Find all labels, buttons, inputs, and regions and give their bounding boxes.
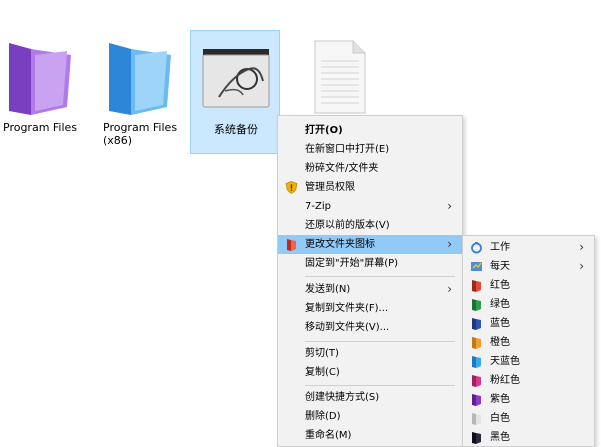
submenu-item-purple[interactable]: 紫色	[463, 390, 594, 409]
menu-item-pin-to-start[interactable]: 固定到"开始"屏幕(P)	[278, 254, 462, 273]
folder-icon-submenu: 工作 › 每天 › 红色 绿色 蓝色 橙色 天蓝色 粉红色 紫色 白色 黑色	[462, 235, 595, 447]
blue-folder-icon	[472, 318, 481, 330]
menu-item-cut[interactable]: 剪切(T)	[278, 344, 462, 363]
desktop-icon-program-files-x86[interactable]: Program Files (x86)	[94, 30, 180, 154]
menu-item-admin-rights[interactable]: 管理员权限	[278, 178, 462, 197]
menu-item-open[interactable]: 打开(O)	[278, 121, 462, 140]
orange-folder-icon	[472, 337, 481, 349]
purple-folder-icon	[9, 43, 71, 115]
desktop-icon-system-backup[interactable]: 系统备份	[190, 30, 280, 154]
desktop-icon-program-files[interactable]: Program Files	[0, 30, 80, 154]
icon-label: 系统备份	[214, 123, 258, 136]
blue-folder-icon	[109, 43, 171, 115]
menu-item-open-new-window[interactable]: 在新窗口中打开(E)	[278, 140, 462, 159]
purple-folder-icon	[472, 394, 481, 406]
green-folder-icon	[472, 299, 481, 311]
submenu-item-blue[interactable]: 蓝色	[463, 314, 594, 333]
menu-item-create-shortcut[interactable]: 创建快捷方式(S)	[278, 388, 462, 407]
menu-item-send-to[interactable]: 发送到(N) ›	[278, 280, 462, 299]
menu-item-restore-versions[interactable]: 还原以前的版本(V)	[278, 216, 462, 235]
menu-item-shred[interactable]: 粉碎文件/文件夹	[278, 159, 462, 178]
daily-folder-icon	[471, 262, 482, 271]
chevron-right-icon: ›	[447, 282, 452, 296]
black-folder-icon	[472, 432, 481, 444]
context-menu: 打开(O) 在新窗口中打开(E) 粉碎文件/文件夹 管理员权限 7-Zip › …	[277, 115, 463, 447]
submenu-item-work[interactable]: 工作 ›	[463, 238, 594, 257]
menu-separator	[305, 341, 455, 342]
work-folder-icon	[471, 242, 482, 254]
shield-icon	[285, 181, 298, 194]
sky-blue-folder-icon	[472, 356, 481, 368]
submenu-item-sky-blue[interactable]: 天蓝色	[463, 352, 594, 371]
decorated-folder-icon	[202, 49, 270, 108]
chevron-right-icon: ›	[447, 199, 452, 213]
submenu-item-black[interactable]: 黑色	[463, 428, 594, 447]
submenu-item-green[interactable]: 绿色	[463, 295, 594, 314]
menu-item-7zip[interactable]: 7-Zip ›	[278, 197, 462, 216]
submenu-item-red[interactable]: 红色	[463, 276, 594, 295]
menu-separator	[305, 385, 455, 386]
submenu-item-orange[interactable]: 橙色	[463, 333, 594, 352]
red-folder-icon	[472, 280, 481, 292]
red-folder-icon	[287, 239, 296, 251]
menu-item-delete[interactable]: 删除(D)	[278, 407, 462, 426]
menu-item-move-to-folder[interactable]: 移动到文件夹(V)...	[278, 318, 462, 337]
pink-folder-icon	[472, 375, 481, 387]
chevron-right-icon: ›	[447, 237, 452, 251]
menu-separator	[305, 276, 455, 277]
menu-item-copy[interactable]: 复制(C)	[278, 363, 462, 382]
chevron-right-icon: ›	[579, 259, 584, 273]
menu-item-copy-to-folder[interactable]: 复制到文件夹(F)...	[278, 299, 462, 318]
submenu-item-pink[interactable]: 粉红色	[463, 371, 594, 390]
document-icon	[314, 40, 366, 114]
submenu-item-daily[interactable]: 每天 ›	[463, 257, 594, 276]
submenu-item-white[interactable]: 白色	[463, 409, 594, 428]
menu-item-change-folder-icon[interactable]: 更改文件夹图标 ›	[278, 235, 462, 254]
icon-label: Program Files (x86)	[103, 121, 178, 147]
chevron-right-icon: ›	[579, 240, 584, 254]
icon-label: Program Files	[3, 121, 78, 134]
white-folder-icon	[472, 413, 481, 425]
menu-item-rename[interactable]: 重命名(M)	[278, 426, 462, 445]
